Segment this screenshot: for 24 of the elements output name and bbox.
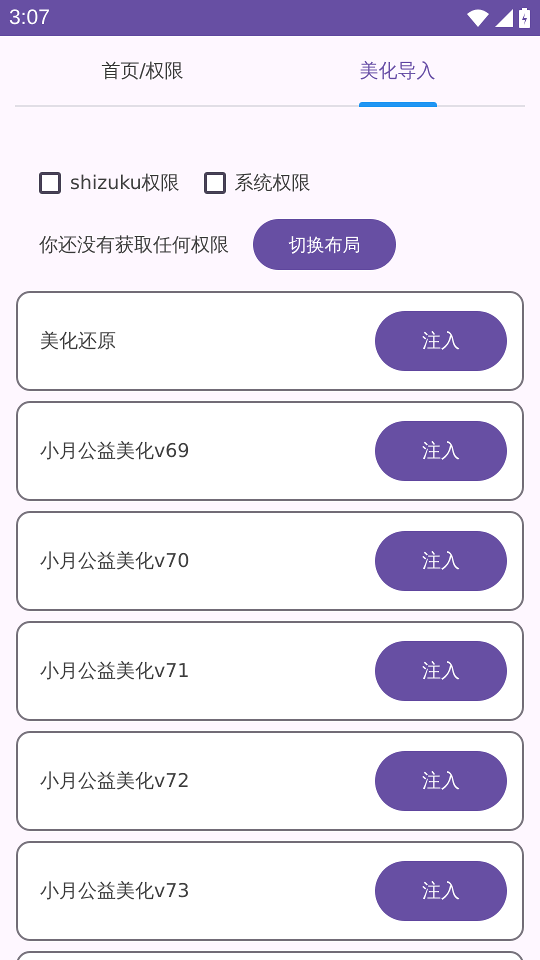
item-label: 小月公益美化v73 [40, 879, 190, 904]
wifi-icon [467, 9, 489, 27]
tab[interactable]: 美化导入 [270, 36, 525, 105]
permission-status: 你还没有获取任何权限 [39, 232, 229, 258]
inject-button[interactable]: 注入 [375, 641, 507, 701]
permission-checkbox[interactable]: shizuku权限 [39, 170, 180, 196]
tab[interactable]: 首页/权限 [15, 36, 270, 105]
inject-button[interactable]: 注入 [375, 531, 507, 591]
inject-button[interactable]: 注入 [375, 861, 507, 921]
signal-icon [495, 9, 513, 27]
item-label: 小月公益美化v70 [40, 549, 190, 574]
item-label: 美化还原 [40, 329, 117, 354]
clock: 3:07 [9, 6, 51, 30]
inject-button[interactable]: 注入 [375, 751, 507, 811]
item-label: 小月公益美化v69 [40, 439, 190, 464]
inject-button[interactable]: 注入 [375, 421, 507, 481]
item-label: 小月公益美化v71 [40, 659, 190, 684]
item-label: 小月公益美化v72 [40, 769, 190, 794]
battery-icon [519, 8, 530, 28]
inject-button[interactable]: 注入 [375, 311, 507, 371]
checkbox[interactable] [39, 172, 61, 194]
permission-checkbox[interactable]: 系统权限 [204, 170, 311, 196]
checkbox[interactable] [204, 172, 226, 194]
switch-layout-button[interactable]: 切换布局 [253, 219, 396, 270]
